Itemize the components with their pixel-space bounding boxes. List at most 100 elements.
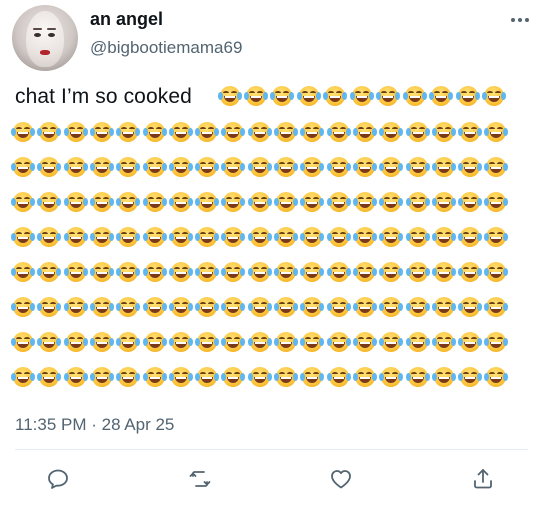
tears-of-joy-emoji <box>64 227 88 247</box>
tweet-text: chat I’m so cooked <box>15 85 192 108</box>
tears-of-joy-emoji <box>458 367 482 387</box>
tears-of-joy-emoji <box>300 332 324 352</box>
tears-of-joy-emoji <box>327 122 351 142</box>
tears-of-joy-emoji <box>379 122 403 142</box>
tears-of-joy-emoji <box>37 192 61 212</box>
tears-of-joy-emoji <box>248 332 272 352</box>
tears-of-joy-emoji <box>458 192 482 212</box>
tears-of-joy-emoji <box>11 157 35 177</box>
divider <box>15 449 528 450</box>
tears-of-joy-emoji <box>300 227 324 247</box>
tears-of-joy-emoji <box>11 262 35 282</box>
tears-of-joy-emoji <box>458 157 482 177</box>
tears-of-joy-emoji <box>248 297 272 317</box>
tears-of-joy-emoji <box>90 227 114 247</box>
tears-of-joy-emoji <box>327 367 351 387</box>
tears-of-joy-emoji <box>327 157 351 177</box>
tears-of-joy-emoji <box>11 192 35 212</box>
tears-of-joy-emoji <box>300 157 324 177</box>
tears-of-joy-emoji <box>327 297 351 317</box>
tears-of-joy-emoji <box>379 227 403 247</box>
tears-of-joy-emoji <box>274 297 298 317</box>
tears-of-joy-emoji <box>458 297 482 317</box>
tears-of-joy-emoji <box>116 227 140 247</box>
tears-of-joy-emoji <box>274 262 298 282</box>
tears-of-joy-emoji <box>406 262 430 282</box>
tears-of-joy-emoji <box>484 192 508 212</box>
heart-icon[interactable] <box>327 465 355 493</box>
tears-of-joy-emoji <box>195 157 219 177</box>
reply-icon[interactable] <box>44 465 72 493</box>
tears-of-joy-emoji <box>64 192 88 212</box>
tears-of-joy-emoji <box>456 86 480 106</box>
tears-of-joy-emoji <box>169 122 193 142</box>
tears-of-joy-emoji <box>353 262 377 282</box>
tears-of-joy-emoji <box>195 192 219 212</box>
tears-of-joy-emoji <box>143 122 167 142</box>
tears-of-joy-emoji <box>327 332 351 352</box>
tears-of-joy-emoji <box>379 367 403 387</box>
tears-of-joy-emoji <box>406 227 430 247</box>
tears-of-joy-emoji <box>300 192 324 212</box>
share-icon[interactable] <box>469 465 497 493</box>
tears-of-joy-emoji <box>116 157 140 177</box>
tears-of-joy-emoji <box>248 262 272 282</box>
tears-of-joy-emoji <box>458 227 482 247</box>
tears-of-joy-emoji <box>379 332 403 352</box>
tears-of-joy-emoji <box>143 332 167 352</box>
tears-of-joy-emoji <box>248 192 272 212</box>
tears-of-joy-emoji <box>432 367 456 387</box>
tears-of-joy-emoji <box>116 367 140 387</box>
tears-of-joy-emoji <box>169 367 193 387</box>
tears-of-joy-emoji <box>11 367 35 387</box>
tears-of-joy-emoji <box>300 367 324 387</box>
tears-of-joy-emoji <box>484 262 508 282</box>
tears-of-joy-emoji <box>350 86 374 106</box>
tears-of-joy-emoji <box>143 367 167 387</box>
tears-of-joy-emoji <box>327 227 351 247</box>
tears-of-joy-emoji <box>484 157 508 177</box>
tears-of-joy-emoji <box>37 262 61 282</box>
tears-of-joy-emoji <box>406 367 430 387</box>
tears-of-joy-emoji <box>37 122 61 142</box>
tears-of-joy-emoji <box>353 227 377 247</box>
tears-of-joy-emoji <box>376 86 400 106</box>
tears-of-joy-emoji <box>432 297 456 317</box>
tears-of-joy-emoji <box>169 192 193 212</box>
tears-of-joy-emoji <box>169 227 193 247</box>
tears-of-joy-emoji <box>37 332 61 352</box>
avatar[interactable] <box>12 5 78 71</box>
tears-of-joy-emoji <box>221 297 245 317</box>
tears-of-joy-emoji <box>353 332 377 352</box>
tears-of-joy-emoji <box>143 262 167 282</box>
tears-of-joy-emoji <box>169 262 193 282</box>
tears-of-joy-emoji <box>274 332 298 352</box>
display-name[interactable]: an angel <box>90 8 163 30</box>
retweet-icon[interactable] <box>186 465 214 493</box>
avatar-face <box>26 11 64 67</box>
tears-of-joy-emoji <box>195 297 219 317</box>
more-options-icon[interactable] <box>508 10 532 30</box>
tears-of-joy-emoji <box>37 297 61 317</box>
tears-of-joy-emoji <box>143 227 167 247</box>
username-handle[interactable]: @bigbootiemama69 <box>90 37 242 59</box>
tweet-timestamp[interactable]: 11:35 PM · 28 Apr 25 <box>15 414 174 436</box>
tears-of-joy-emoji <box>379 262 403 282</box>
tears-of-joy-emoji <box>143 192 167 212</box>
tears-of-joy-emoji <box>11 297 35 317</box>
tears-of-joy-emoji <box>64 332 88 352</box>
tears-of-joy-emoji <box>64 122 88 142</box>
tears-of-joy-emoji <box>323 86 347 106</box>
tears-of-joy-emoji <box>64 367 88 387</box>
tears-of-joy-emoji <box>274 122 298 142</box>
tears-of-joy-emoji <box>90 297 114 317</box>
tears-of-joy-emoji <box>64 262 88 282</box>
tears-of-joy-emoji <box>64 297 88 317</box>
tears-of-joy-emoji <box>116 122 140 142</box>
tears-of-joy-emoji <box>116 297 140 317</box>
tears-of-joy-emoji <box>221 227 245 247</box>
tears-of-joy-emoji <box>221 332 245 352</box>
tears-of-joy-emoji <box>484 297 508 317</box>
tears-of-joy-emoji <box>221 192 245 212</box>
tears-of-joy-emoji <box>11 227 35 247</box>
